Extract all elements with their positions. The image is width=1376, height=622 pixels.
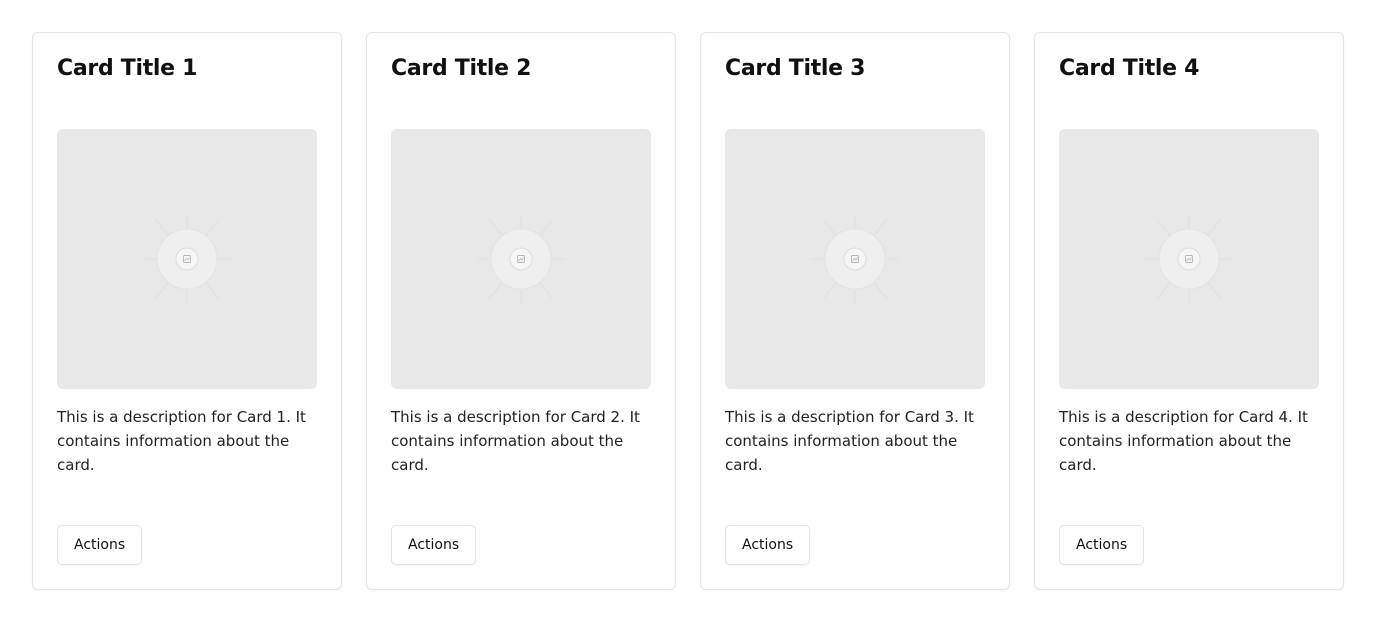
card: Card Title 2 This is a description for C… (366, 32, 676, 590)
image-placeholder-icon (143, 215, 231, 303)
card-title: Card Title 3 (725, 56, 866, 81)
card: Card Title 3 This is a description for C… (700, 32, 1010, 590)
card-image-placeholder (725, 129, 985, 389)
actions-button[interactable]: Actions (725, 525, 811, 565)
card-description: This is a description for Card 4. It con… (1059, 408, 1308, 474)
card-image-placeholder (57, 129, 317, 389)
card-title: Card Title 4 (1059, 56, 1200, 81)
actions-button[interactable]: Actions (391, 525, 477, 565)
card: Card Title 4 This is a description for C… (1034, 32, 1344, 590)
card: Card Title 1 This is a description for C… (32, 32, 342, 590)
card-title: Card Title 2 (391, 56, 532, 81)
card-grid: Card Title 1 This is a description for C… (32, 32, 1344, 590)
card-description: This is a description for Card 2. It con… (391, 408, 640, 474)
image-placeholder-icon (477, 215, 565, 303)
actions-button[interactable]: Actions (57, 525, 143, 565)
card-description: This is a description for Card 1. It con… (57, 408, 306, 474)
image-placeholder-icon (811, 215, 899, 303)
card-title: Card Title 1 (57, 56, 198, 81)
image-placeholder-icon (1145, 215, 1233, 303)
card-image-placeholder (391, 129, 651, 389)
card-image-placeholder (1059, 129, 1319, 389)
card-description: This is a description for Card 3. It con… (725, 408, 974, 474)
actions-button[interactable]: Actions (1059, 525, 1145, 565)
